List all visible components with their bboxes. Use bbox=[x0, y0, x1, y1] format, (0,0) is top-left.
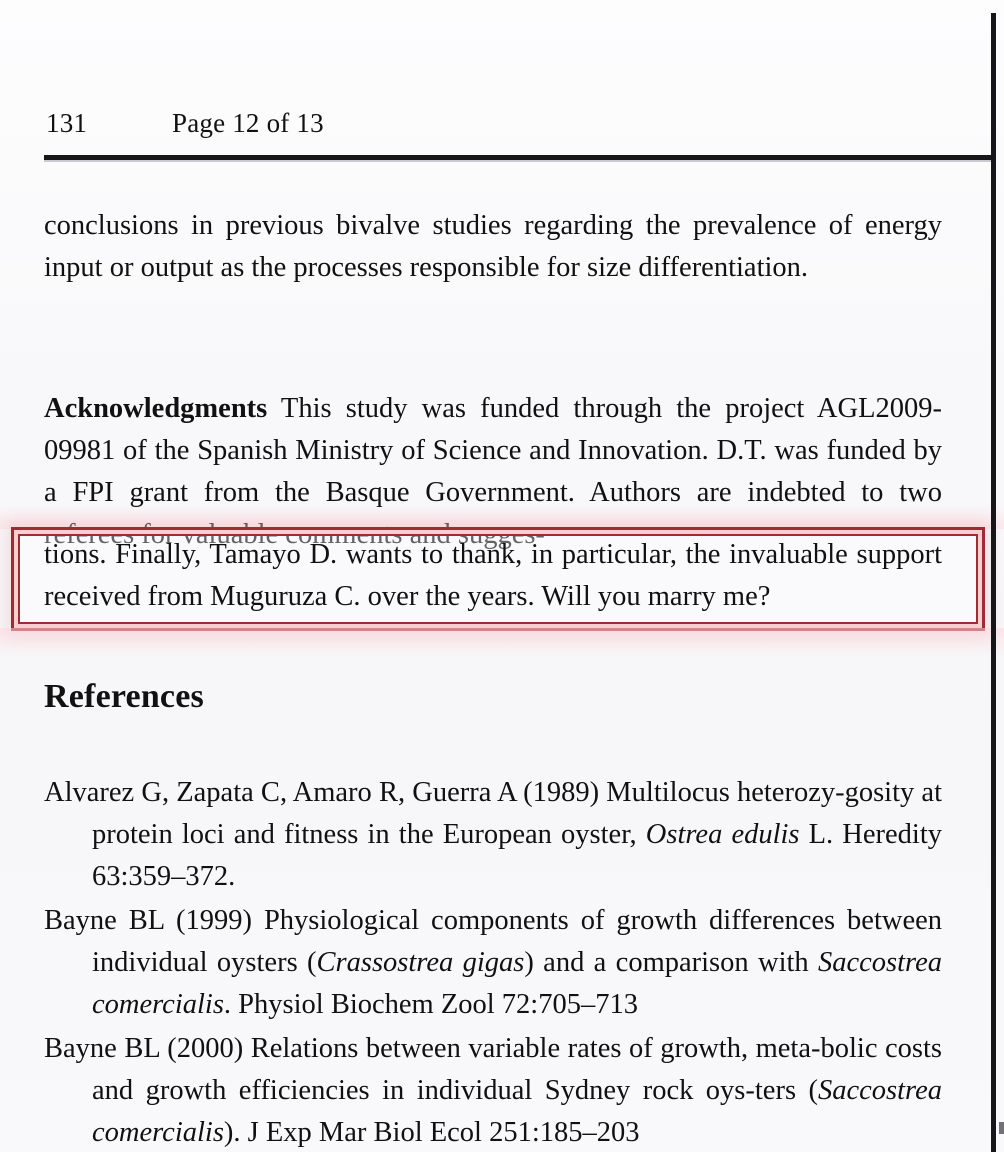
page-edge-mark bbox=[999, 1122, 1004, 1134]
reference-text-tail-2: . Physiol Biochem Zool 72:705–713 bbox=[223, 989, 638, 1020]
page-folio-number: 131 bbox=[46, 108, 88, 138]
references-heading: References bbox=[44, 678, 204, 715]
reference-entry: Bayne BL (2000) Relations between variab… bbox=[44, 1028, 942, 1152]
acknowledgments-paragraph: Acknowledgments This study was funded th… bbox=[44, 388, 942, 556]
header-rule bbox=[44, 155, 995, 162]
page-gutter-line bbox=[991, 13, 996, 1152]
reference-entry: Alvarez G, Zapata C, Amaro R, Guerra A (… bbox=[44, 772, 942, 898]
reference-text-tail: ) and a comparison with bbox=[524, 947, 818, 978]
highlighted-text-block: tions. Finally, Tamayo D. wants to thank… bbox=[44, 534, 942, 618]
reference-entry: Bayne BL (1999) Physiological components… bbox=[44, 900, 942, 1026]
reference-species-italic: Crassostrea gigas bbox=[316, 947, 525, 978]
page-position-label: Page 12 of 13 bbox=[172, 108, 324, 138]
highlight-glow-bottom bbox=[0, 628, 1004, 658]
reference-text: Bayne BL (2000) Relations between variab… bbox=[44, 1033, 942, 1106]
running-head: 131 Page 12 of 13 bbox=[46, 108, 984, 139]
acknowledgments-label: Acknowledgments bbox=[44, 393, 268, 424]
scanned-page: 131 Page 12 of 13 conclusions in previou… bbox=[0, 0, 1004, 1152]
highlighted-proposal-text: tions. Finally, Tamayo D. wants to thank… bbox=[44, 539, 942, 612]
conclusions-paragraph: conclusions in previous bivalve studies … bbox=[44, 210, 942, 283]
references-list: Alvarez G, Zapata C, Amaro R, Guerra A (… bbox=[44, 772, 942, 1152]
reference-species-italic: Ostrea edulis bbox=[645, 819, 800, 850]
reference-text-tail: ). J Exp Mar Biol Ecol 251:185–203 bbox=[223, 1117, 640, 1148]
acknowledgments-block: Acknowledgments This study was funded th… bbox=[44, 388, 942, 556]
conclusions-paragraph-block: conclusions in previous bivalve studies … bbox=[44, 205, 942, 289]
